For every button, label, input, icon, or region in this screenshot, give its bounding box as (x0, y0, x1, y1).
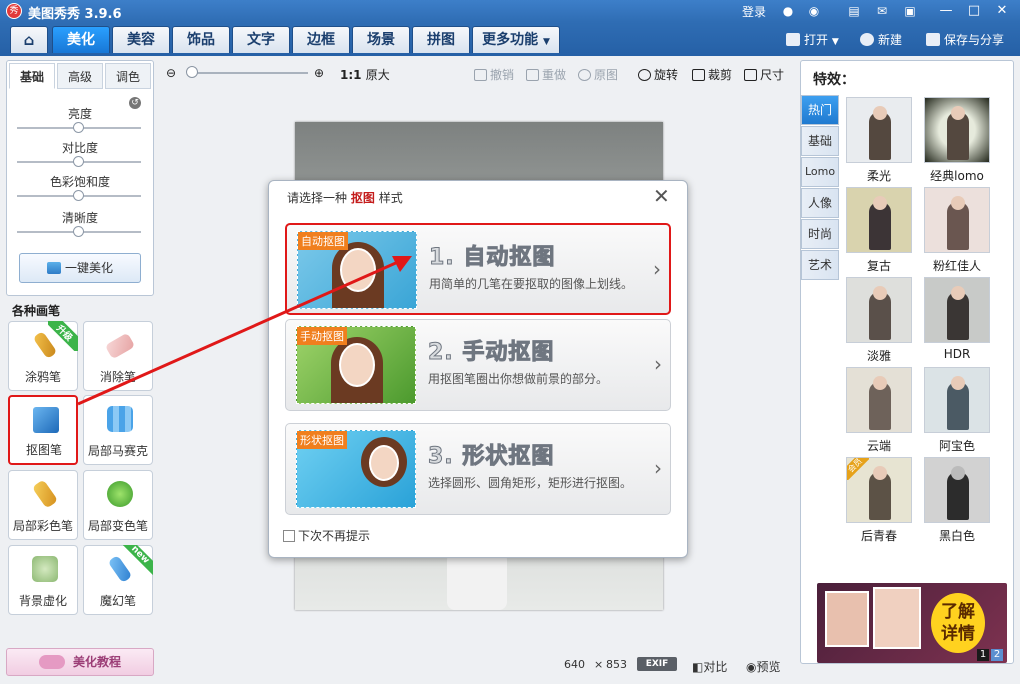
effects-panel: 特效： 热门 基础 Lomo 人像 时尚 艺术 柔光 经典lomo 复古 粉红佳… (800, 60, 1014, 664)
effect-hdr[interactable]: HDR (924, 277, 990, 365)
ad-cta-line2: 详情 (941, 624, 975, 644)
effect-abao[interactable]: 阿宝色 (924, 367, 990, 455)
effect-thumbnail (924, 277, 990, 343)
thumbnail-head (873, 286, 887, 300)
effect-thumbnail (924, 97, 990, 163)
effect-thumbnail: 会员 (846, 457, 912, 523)
member-badge: 会员 (847, 458, 869, 480)
effect-elegant[interactable]: 淡雅 (846, 277, 912, 365)
thumbnail-head (951, 466, 965, 480)
thumbnail-head (873, 376, 887, 390)
arrow-line (77, 260, 399, 406)
effect-label: 后青春 (860, 529, 897, 543)
ad-photo (825, 591, 869, 647)
ad-page-2[interactable]: 2 (991, 649, 1003, 661)
effect-thumbnail (846, 367, 912, 433)
effect-thumbnail (846, 187, 912, 253)
member-badge-text: 会员 (847, 458, 869, 480)
thumbnail-head (873, 466, 887, 480)
ad-photo (873, 587, 921, 649)
effect-label: 淡雅 (866, 349, 891, 363)
ad-cta-line1: 了解 (941, 602, 975, 622)
vtab-art[interactable]: 艺术 (801, 250, 839, 280)
effects-title: 特效： (813, 72, 855, 88)
effect-soft-light[interactable]: 柔光 (846, 97, 912, 185)
effect-thumbnail (924, 457, 990, 523)
vtab-basic[interactable]: 基础 (801, 126, 839, 156)
vtab-portrait[interactable]: 人像 (801, 188, 839, 218)
effect-post-youth[interactable]: 会员 后青春 (846, 457, 912, 545)
thumbnail-head (951, 196, 965, 210)
ad-banner[interactable]: 了解 详情 1 2 (817, 583, 1007, 663)
effect-label: 复古 (866, 259, 891, 273)
effect-thumbnail (846, 97, 912, 163)
vtab-fashion[interactable]: 时尚 (801, 219, 839, 249)
effect-thumbnail (846, 277, 912, 343)
effect-label: 云端 (866, 439, 891, 453)
effect-label: 柔光 (866, 169, 891, 183)
effect-pink-lady[interactable]: 粉红佳人 (924, 187, 990, 275)
effect-black-white[interactable]: 黑白色 (924, 457, 990, 545)
effect-cloud[interactable]: 云端 (846, 367, 912, 455)
effect-label: 粉红佳人 (932, 259, 981, 273)
thumbnail-head (951, 286, 965, 300)
thumbnail-head (873, 106, 887, 120)
vtab-lomo[interactable]: Lomo (801, 157, 839, 187)
effect-label: 阿宝色 (938, 439, 975, 453)
ad-page-1[interactable]: 1 (977, 649, 989, 661)
thumbnail-head (951, 106, 965, 120)
effect-thumbnail (924, 187, 990, 253)
app-window: 秀 美图秀秀 3.9.6 登录 ● ◉ ▤ ✉ ▣ — □ ✕ ⌂ 美化 美容 … (0, 0, 1020, 684)
effect-classic-lomo[interactable]: 经典lomo (924, 97, 990, 185)
ad-learn-more[interactable]: 了解 详情 (931, 593, 985, 653)
effect-retro[interactable]: 复古 (846, 187, 912, 275)
effect-label: 经典lomo (930, 169, 984, 183)
effect-label: HDR (943, 347, 971, 361)
vtab-hot[interactable]: 热门 (801, 95, 839, 125)
thumbnail-head (873, 196, 887, 210)
effect-label: 黑白色 (938, 529, 975, 543)
thumbnail-head (951, 376, 965, 390)
effect-thumbnail (924, 367, 990, 433)
